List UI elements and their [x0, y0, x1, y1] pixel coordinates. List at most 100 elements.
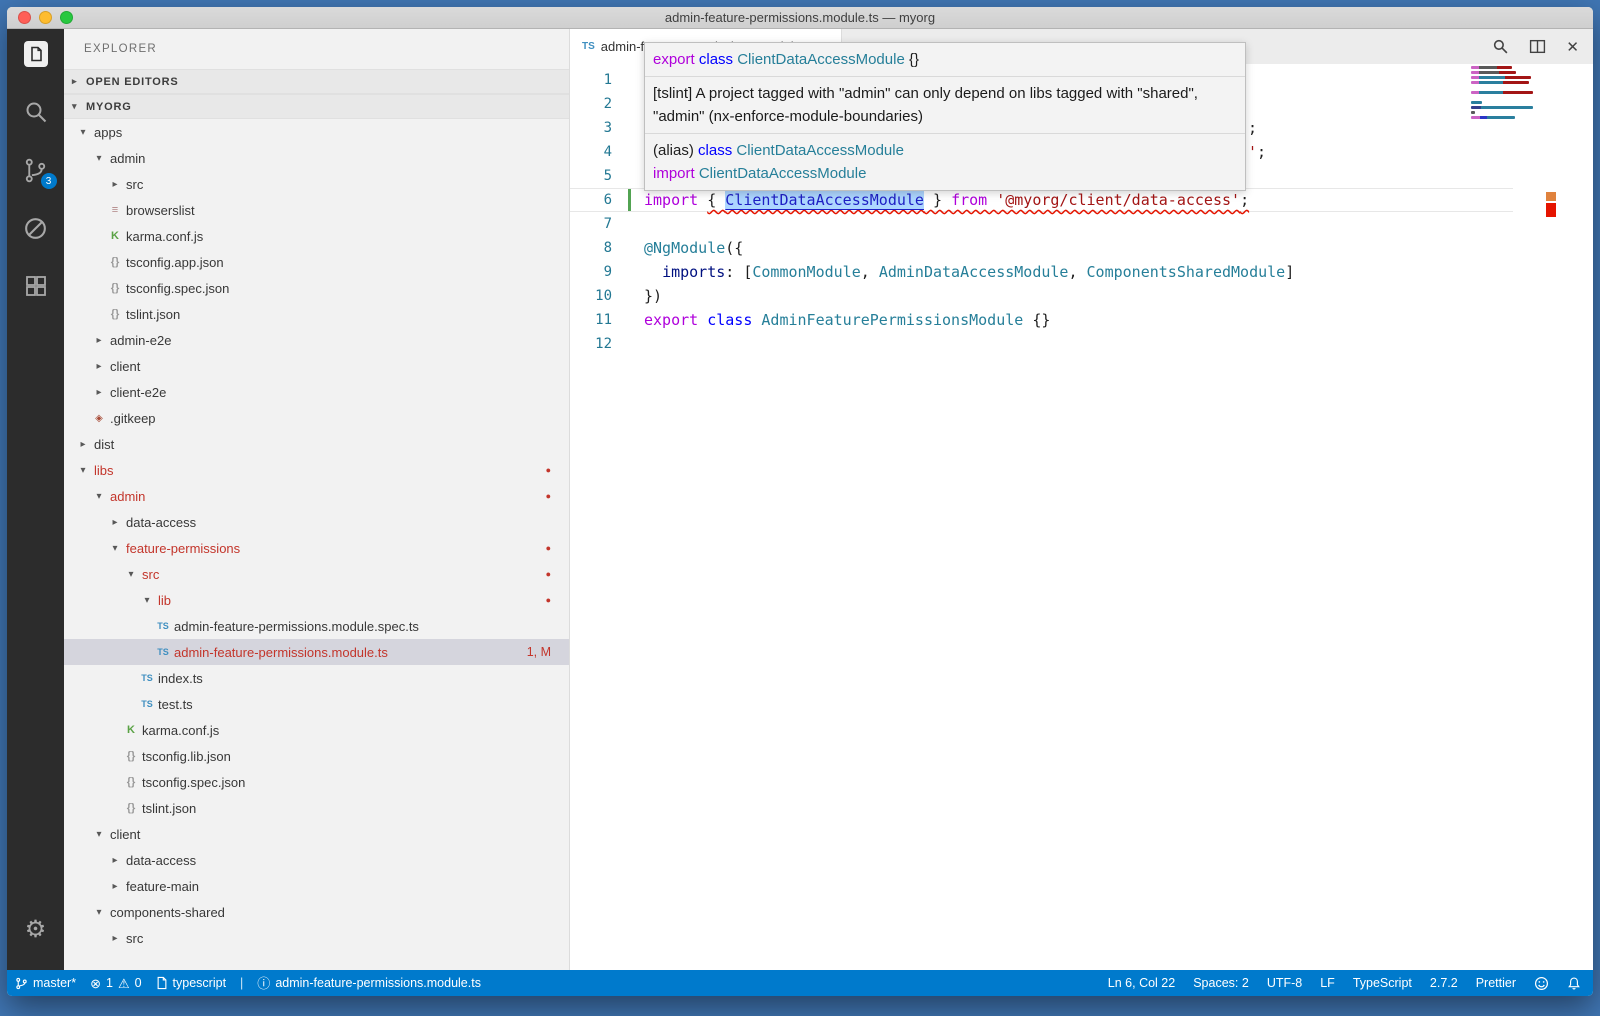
hover-alias: (alias) class ClientDataAccessModule imp… [645, 134, 1245, 190]
tree-item[interactable]: ▸ client [64, 353, 569, 379]
tree-item-label: admin-e2e [110, 333, 171, 348]
code-line: 9 imports: [CommonModule, AdminDataAcces… [570, 260, 1513, 284]
notifications-bell-icon[interactable] [1567, 976, 1581, 991]
tree-item[interactable]: {} tslint.json [64, 301, 569, 327]
error-marker [1546, 203, 1556, 217]
settings-gear-icon[interactable]: ⚙ [25, 915, 47, 944]
tree-item[interactable]: ▾ src ● [64, 561, 569, 587]
tree-item[interactable]: {} tsconfig.lib.json [64, 743, 569, 769]
tree-item-icon: ▸ [106, 517, 124, 528]
tree-item-badge: 1, M [527, 645, 551, 659]
indentation-status[interactable]: Spaces: 2 [1193, 976, 1249, 990]
cursor-position-status[interactable]: Ln 6, Col 22 [1108, 976, 1175, 990]
tree-item[interactable]: ◈ .gitkeep [64, 405, 569, 431]
feedback-smiley-icon[interactable] [1534, 976, 1549, 991]
formatter-status[interactable]: Prettier [1476, 976, 1516, 990]
tree-item-label: dist [94, 437, 114, 452]
workspace-label: MYORG [86, 101, 132, 113]
tree-item[interactable]: ▸ dist [64, 431, 569, 457]
tree-item-label: src [126, 931, 143, 946]
open-editors-header[interactable]: ▸ OPEN EDITORS [64, 69, 569, 94]
code-line: 7 [570, 212, 1513, 236]
tree-item-label: admin [110, 151, 145, 166]
problems-status[interactable]: ⊗ 1 ⚠ 0 [90, 976, 141, 990]
tree-item-label: tslint.json [126, 307, 180, 322]
tree-item-label: admin [110, 489, 145, 504]
tree-item[interactable]: ▸ src [64, 925, 569, 951]
language-status[interactable]: TypeScript [1353, 976, 1412, 990]
error-icon: ⊗ [90, 977, 101, 990]
tree-item-icon: ▾ [90, 829, 108, 840]
tree-item[interactable]: ≡ browserslist [64, 197, 569, 223]
tree-item-label: tsconfig.lib.json [142, 749, 231, 764]
encoding-status[interactable]: UTF-8 [1267, 976, 1302, 990]
workspace-header[interactable]: ▾ MYORG [64, 94, 569, 119]
open-editors-label: OPEN EDITORS [86, 76, 179, 88]
tree-item[interactable]: ▾ feature-permissions ● [64, 535, 569, 561]
tree-item-label: data-access [126, 853, 196, 868]
tree-item[interactable]: ▸ src [64, 171, 569, 197]
tree-item[interactable]: ▾ admin ● [64, 483, 569, 509]
tree-item-icon: ▾ [90, 153, 108, 164]
tree-item-badge: ● [546, 491, 551, 501]
debug-icon[interactable] [21, 213, 51, 243]
tree-item[interactable]: {} tsconfig.app.json [64, 249, 569, 275]
vscode-window: admin-feature-permissions.module.ts — my… [7, 7, 1593, 996]
minimap[interactable] [1471, 66, 1535, 126]
tree-item[interactable]: TS admin-feature-permissions.module.ts 1… [64, 639, 569, 665]
tree-item[interactable]: ▾ apps [64, 119, 569, 145]
eol-status[interactable]: LF [1320, 976, 1335, 990]
symbol-link[interactable]: ClientDataAccessModule [725, 191, 924, 209]
zoom-window-button[interactable] [60, 11, 73, 24]
tree-item[interactable]: ▸ data-access [64, 509, 569, 535]
tree-item[interactable]: K karma.conf.js [64, 223, 569, 249]
ts-version-status[interactable]: 2.7.2 [1430, 976, 1458, 990]
tree-item[interactable]: K karma.conf.js [64, 717, 569, 743]
git-branch-status[interactable]: master* [15, 976, 76, 991]
code-editor[interactable]: 1 2 3; 4'; 5 6import { ClientDataAccessM… [570, 64, 1593, 970]
source-control-icon[interactable]: 3 [21, 155, 51, 185]
tree-item[interactable]: ▸ client-e2e [64, 379, 569, 405]
tree-item[interactable]: ▸ admin-e2e [64, 327, 569, 353]
close-editor-icon[interactable]: ✕ [1566, 38, 1579, 56]
code-line: 11export class AdminFeaturePermissionsMo… [570, 308, 1513, 332]
find-icon[interactable] [1492, 38, 1509, 55]
tree-item-label: feature-main [126, 879, 199, 894]
split-editor-icon[interactable] [1529, 38, 1546, 55]
tree-item[interactable]: ▾ client [64, 821, 569, 847]
tree-item[interactable]: TS test.ts [64, 691, 569, 717]
search-icon[interactable] [21, 97, 51, 127]
tree-item-icon: ▸ [106, 933, 124, 944]
tree-item[interactable]: {} tsconfig.spec.json [64, 275, 569, 301]
tree-item-badge: ● [546, 465, 551, 475]
chevron-down-icon: ▾ [72, 101, 86, 112]
extensions-icon[interactable] [21, 271, 51, 301]
file-tree: ▾ apps ▾ admin ▸ src [64, 119, 569, 970]
explorer-icon[interactable] [21, 39, 51, 69]
hover-signature: export class ClientDataAccessModule {} [645, 43, 1245, 77]
close-window-button[interactable] [18, 11, 31, 24]
tree-item[interactable]: ▾ components-shared [64, 899, 569, 925]
tree-item-label: client [110, 359, 140, 374]
tree-item-label: src [142, 567, 159, 582]
tree-item[interactable]: {} tsconfig.spec.json [64, 769, 569, 795]
tree-item[interactable]: TS admin-feature-permissions.module.spec… [64, 613, 569, 639]
tree-item-label: karma.conf.js [142, 723, 219, 738]
tree-item-label: tsconfig.app.json [126, 255, 224, 270]
tree-item[interactable]: ▾ libs ● [64, 457, 569, 483]
tree-item[interactable]: {} tslint.json [64, 795, 569, 821]
file-info-status[interactable]: ⓘ admin-feature-permissions.module.ts [257, 976, 481, 990]
tree-item-icon: {} [122, 802, 140, 814]
minimize-window-button[interactable] [39, 11, 52, 24]
tree-item[interactable]: ▾ admin [64, 145, 569, 171]
code-line: 12 [570, 332, 1513, 356]
tree-item[interactable]: TS index.ts [64, 665, 569, 691]
tree-item[interactable]: ▸ feature-main [64, 873, 569, 899]
tree-item[interactable]: ▾ lib ● [64, 587, 569, 613]
language-mode-status[interactable]: typescript [156, 976, 227, 990]
tree-item-icon: K [122, 724, 140, 736]
warning-marker [1546, 192, 1556, 201]
tree-item-label: browserslist [126, 203, 195, 218]
tree-item[interactable]: ▸ data-access [64, 847, 569, 873]
tree-item-icon: ▾ [74, 127, 92, 138]
